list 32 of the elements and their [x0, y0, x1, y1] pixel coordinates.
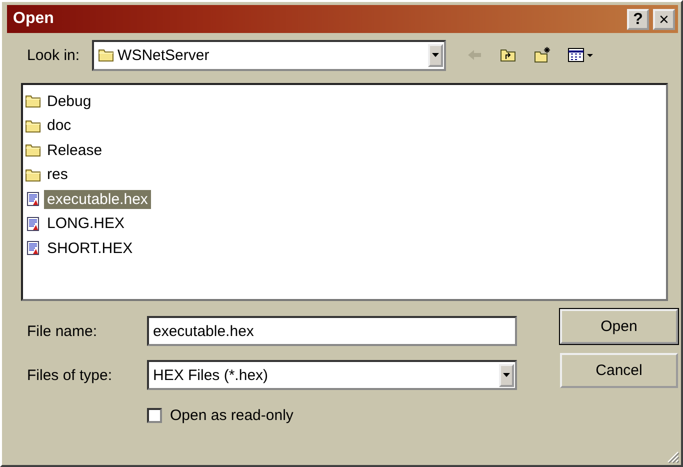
- folder-icon: [25, 118, 41, 134]
- file-type-label: Files of type:: [27, 366, 114, 384]
- file-list-item[interactable]: doc: [44, 116, 74, 136]
- folder-icon: [25, 93, 41, 110]
- file-list-item[interactable]: executable.hex: [44, 190, 151, 209]
- file-list-item[interactable]: Release: [44, 140, 106, 160]
- file-list-item[interactable]: Debug: [44, 92, 94, 111]
- document-icon: [25, 240, 41, 256]
- file-name-label: File name:: [27, 322, 98, 340]
- help-button[interactable]: ?: [627, 8, 649, 30]
- close-button[interactable]: ×: [653, 8, 675, 30]
- document-icon: [25, 216, 41, 232]
- file-type-dropdown[interactable]: HEX Files (*.hex): [147, 360, 517, 390]
- file-list-item[interactable]: SHORT.HEX: [44, 238, 136, 258]
- folder-icon: [25, 166, 41, 183]
- new-folder-icon[interactable]: [534, 47, 552, 63]
- view-menu-icon[interactable]: [568, 47, 594, 63]
- look-in-dropdown[interactable]: WSNetServer: [92, 40, 446, 70]
- cancel-button[interactable]: Cancel: [560, 353, 678, 388]
- file-name-field[interactable]: executable.hex: [147, 316, 517, 346]
- file-list-item[interactable]: res: [44, 165, 71, 184]
- folder-icon: [25, 142, 41, 158]
- resize-grip-icon[interactable]: [667, 451, 679, 463]
- read-only-label: Open as read-only: [170, 406, 294, 424]
- file-list-item[interactable]: LONG.HEX: [44, 214, 128, 234]
- folder-up-icon[interactable]: [500, 47, 518, 63]
- document-icon: [25, 191, 41, 208]
- window-title: Open: [13, 10, 55, 28]
- look-in-label: Look in:: [27, 46, 80, 64]
- folder-icon: [98, 47, 114, 63]
- open-button[interactable]: Open: [560, 309, 678, 344]
- read-only-checkbox[interactable]: [147, 408, 162, 422]
